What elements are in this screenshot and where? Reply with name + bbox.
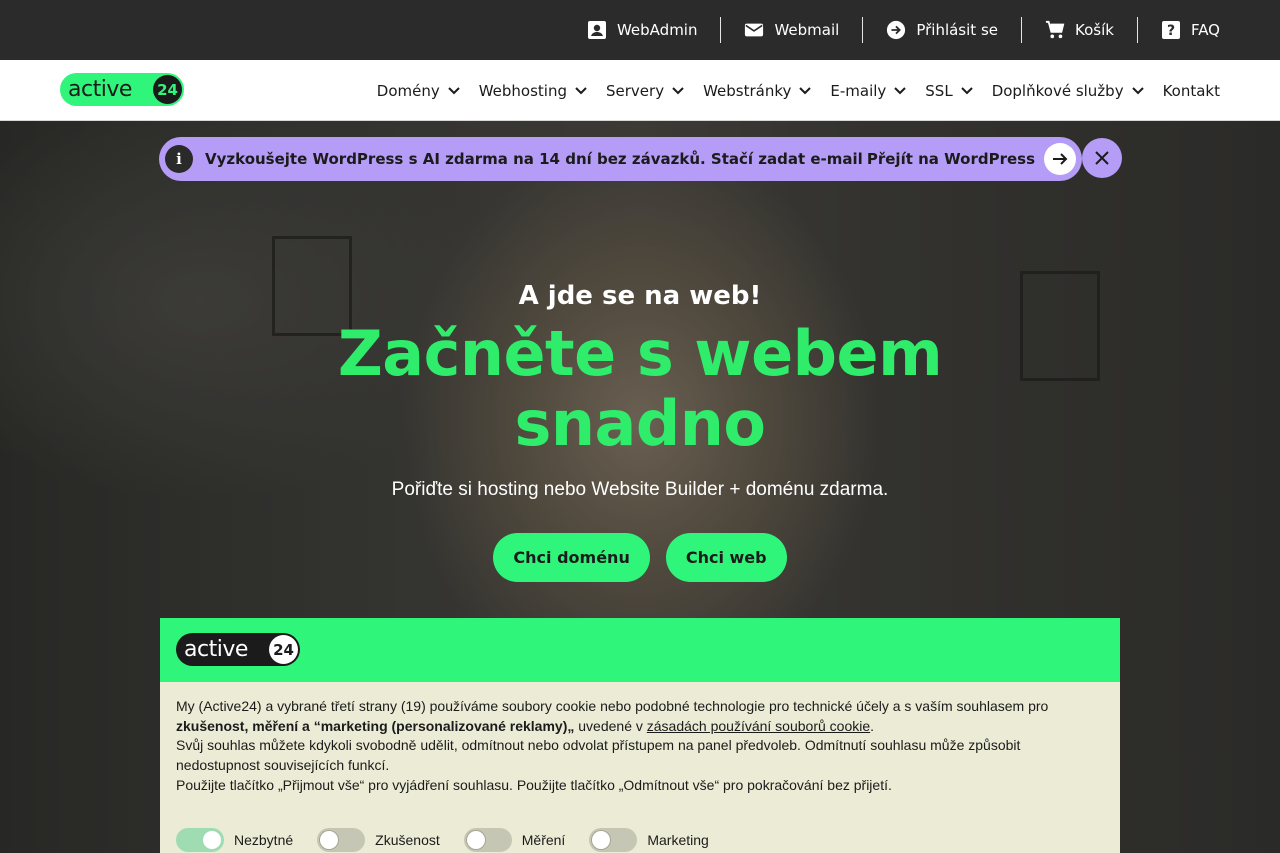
toggle-knob [466,831,485,849]
cart-label: Košík [1075,21,1114,39]
menu-label: Domény [376,81,440,100]
cart-icon [1045,20,1065,40]
menu-item-domeny[interactable]: Domény [377,82,460,100]
chevron-down-icon [575,86,587,94]
chevron-down-icon [448,86,460,94]
hero-subtitle: Pořiďte si hosting nebo Website Builder … [391,479,889,500]
toggle-knob [320,831,339,849]
menu-label: Servery [606,81,665,100]
hero-kicker: A jde se na web! [518,281,762,311]
cookie-paragraph-2: Svůj souhlas můžete kdykoli svobodně udě… [176,737,1021,774]
cookie-text: My (Active24) a vybrané třetí strany (19… [160,682,1120,796]
logo-number: 24 [269,635,298,664]
login-label: Přihlásit se [916,21,998,39]
cookie-panel-header: active 24 [160,618,1120,682]
logo-word: active [184,637,248,662]
cookie-text-part: My (Active24) a vybrané třetí strany (19… [176,698,1049,714]
main-navigation: active 24 Domény Webhosting Servery Webs… [0,60,1280,121]
cookie-toggles: Nezbytné Zkušenost Měření Marketing [176,828,733,852]
chevron-down-icon [894,86,906,94]
close-banner-button[interactable] [1082,138,1122,178]
toggle-switch[interactable] [176,828,224,852]
toggle-knob [592,831,611,849]
cookie-active24-logo: active 24 [176,633,300,666]
cookie-text-part: . [870,717,875,734]
menu-label: Kontakt [1162,81,1220,100]
menu-item-emaily[interactable]: E-maily [830,82,906,100]
utility-nav: WebAdmin Webmail Přihlásit se Košík ? FA… [564,0,1220,60]
menu-item-doplnkove-sluzby[interactable]: Doplňkové služby [992,82,1144,100]
menu-label: SSL [925,81,953,100]
headline-line-1: Začněte s webem [337,317,943,390]
mail-icon [744,20,764,40]
menu-item-kontakt[interactable]: Kontakt [1163,82,1220,100]
toggle-switch[interactable] [589,828,638,852]
hero-cta-group: Chci doménu Chci web [0,533,1280,582]
webmail-link[interactable]: Webmail [720,17,862,43]
cookie-bold-purposes: zkušenost, měření a “marketing (personal… [176,717,575,734]
toggle-switch[interactable] [317,828,366,852]
toggle-measurement[interactable]: Měření [463,828,566,852]
menu-label: Webstránky [703,81,792,100]
toggle-label: Nezbytné [234,832,294,848]
webmail-label: Webmail [774,21,840,39]
promo-link[interactable]: Přejít na WordPress [867,150,1035,168]
menu-label: Doplňkové služby [991,81,1124,100]
cookie-paragraph-1: My (Active24) a vybrané třetí strany (19… [176,697,1104,736]
faq-label: FAQ [1190,21,1220,39]
hero-headline: Začněte s webem snadno [0,319,1280,459]
svg-text:?: ? [1167,23,1175,39]
toggle-switch[interactable] [463,828,512,852]
menu-item-servery[interactable]: Servery [606,82,684,100]
arrow-right-icon[interactable] [1044,143,1076,175]
logo-number: 24 [153,75,182,104]
promo-banner: i Vyzkoušejte WordPress s AI zdarma na 1… [159,137,1082,181]
top-utility-bar: WebAdmin Webmail Přihlásit se Košík ? FA… [0,0,1280,60]
help-icon: ? [1161,20,1181,40]
menu-item-webstranky[interactable]: Webstránky [703,81,812,100]
toggle-knob [203,831,221,849]
promo-text: Vyzkoušejte WordPress s AI zdarma na 14 … [205,150,863,168]
toggle-label: Marketing [647,832,709,848]
webadmin-label: WebAdmin [616,21,698,39]
chevron-down-icon [799,86,812,94]
toggle-experience[interactable]: Zkušenost [317,828,440,852]
toggle-marketing[interactable]: Marketing [589,828,709,852]
menu-label: E-maily [830,81,887,100]
account-box-icon [587,20,607,40]
toggle-label: Zkušenost [375,832,440,848]
cta-domain-button[interactable]: Chci doménu [493,533,650,582]
cookie-policy-link[interactable]: zásadách používání souborů cookie [647,718,870,734]
logo-word: active [68,77,132,102]
cookie-text-part: uvedené v [574,717,647,734]
toggle-label: Měření [521,832,566,848]
active24-logo[interactable]: active 24 [60,73,184,106]
info-icon: i [165,145,193,173]
webadmin-link[interactable]: WebAdmin [564,17,721,43]
chevron-down-icon [1131,86,1144,94]
close-icon [1095,151,1109,165]
menu-label: Webhosting [478,81,567,100]
cart-link[interactable]: Košík [1021,17,1137,43]
login-arrow-icon [886,20,906,40]
login-link[interactable]: Přihlásit se [862,17,1021,43]
cookie-paragraph-3: Použijte tlačítko „Přijmout vše“ pro vyj… [176,776,892,793]
cookie-consent-panel: active 24 My (Active24) a vybrané třetí … [160,618,1120,853]
chevron-down-icon [672,86,684,94]
chevron-down-icon [960,86,973,94]
headline-line-2: snadno [514,387,767,460]
menu-item-ssl[interactable]: SSL [925,81,973,100]
faq-link[interactable]: ? FAQ [1136,17,1220,43]
cta-web-button[interactable]: Chci web [665,533,787,582]
main-menu: Domény Webhosting Servery Webstránky E-m… [377,60,1220,121]
toggle-necessary[interactable]: Nezbytné [176,828,293,852]
menu-item-webhosting[interactable]: Webhosting [479,82,587,100]
